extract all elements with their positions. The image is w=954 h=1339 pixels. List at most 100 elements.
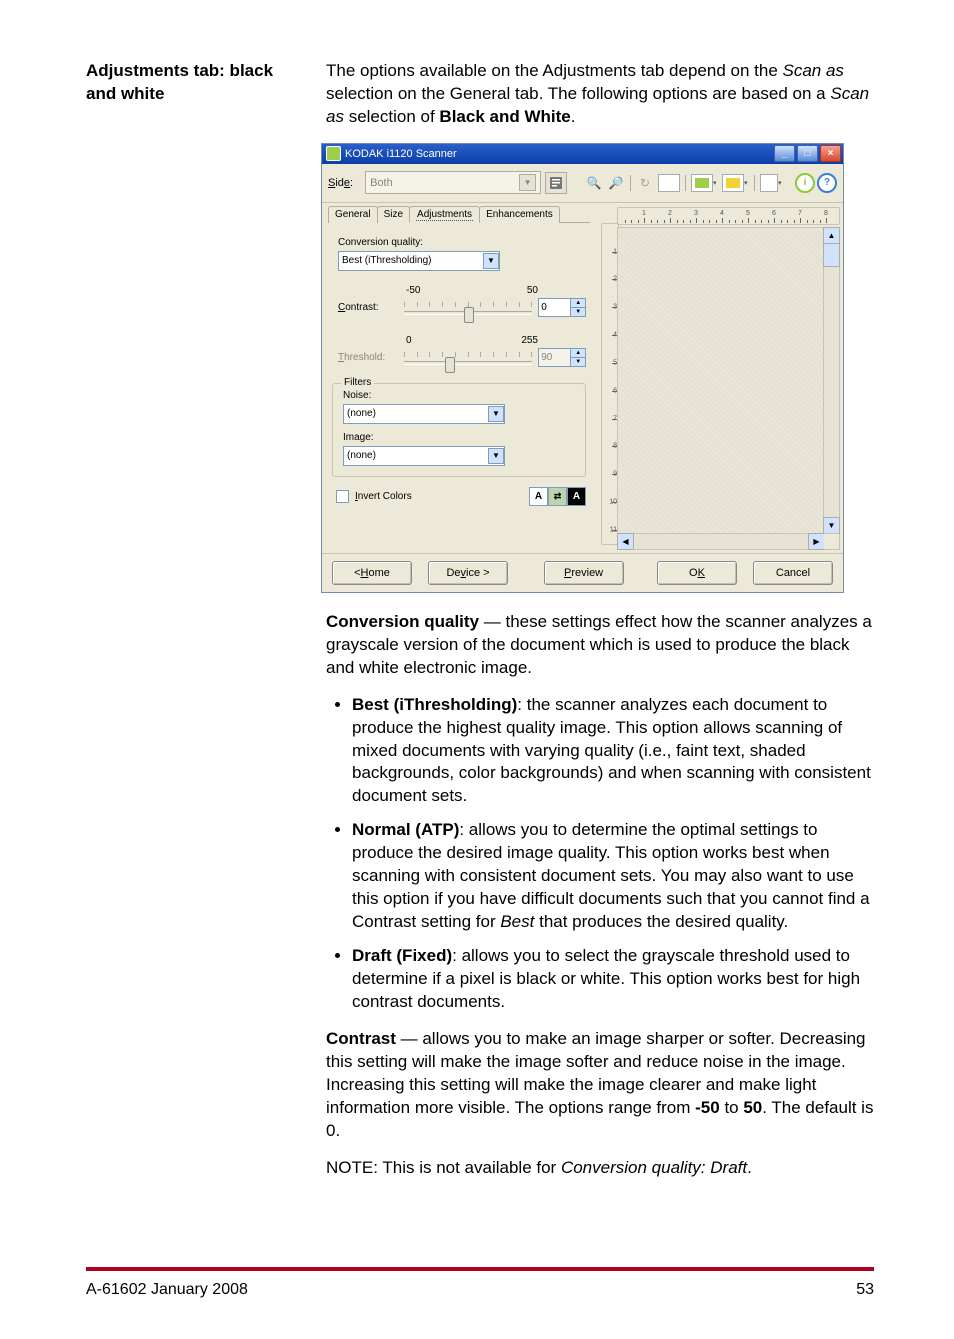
chevron-down-icon: ▼ xyxy=(483,253,499,269)
maximize-button[interactable]: □ xyxy=(797,145,818,162)
tab-enhancements[interactable]: Enhancements xyxy=(479,206,560,223)
footer-page-number: 53 xyxy=(856,1281,874,1299)
conversion-quality-select[interactable]: Best (iThresholding) ▼ xyxy=(338,251,500,271)
tab-adjustments[interactable]: Adjustments xyxy=(409,206,480,223)
chevron-down-icon[interactable]: ▾ xyxy=(778,179,785,187)
screenshot-window: KODAK i1120 Scanner _ □ × Side: Both ▼ xyxy=(321,143,844,593)
select-value: (none) xyxy=(347,450,376,461)
home-button[interactable]: < Home xyxy=(332,561,412,585)
contrast-label: Contrast: xyxy=(338,302,404,313)
image-select[interactable]: (none) ▼ xyxy=(343,446,505,466)
invert-colors-label: Invert Colors xyxy=(355,491,412,502)
ok-button[interactable]: OK xyxy=(657,561,737,585)
filters-legend: Filters xyxy=(341,377,374,388)
text-em: Conversion quality: Draft xyxy=(561,1158,747,1177)
bullet-best: Best (iThresholding): the scanner analyz… xyxy=(352,694,874,809)
footer-left: A-61602 January 2008 xyxy=(86,1281,248,1299)
invert-colors-checkbox[interactable] xyxy=(336,490,349,503)
note-paragraph: NOTE: This is not available for Conversi… xyxy=(326,1157,874,1180)
text: . xyxy=(747,1158,752,1177)
text-em: Best xyxy=(500,912,534,931)
page-tool-icon[interactable] xyxy=(760,174,778,192)
page-green-icon[interactable] xyxy=(691,174,713,192)
contrast-paragraph: Contrast — allows you to make an image s… xyxy=(326,1028,874,1143)
scrollbar-vertical[interactable]: ▲ ▼ xyxy=(823,228,839,533)
page: Adjustments tab: black and white The opt… xyxy=(0,0,954,1339)
scroll-right-icon[interactable]: ▶ xyxy=(808,533,825,550)
bullet-draft: Draft (Fixed): allows you to select the … xyxy=(352,945,874,1014)
noise-label: Noise: xyxy=(343,390,577,401)
two-column-layout: Adjustments tab: black and white The opt… xyxy=(86,60,874,1193)
page-icon[interactable] xyxy=(658,174,680,192)
ruler-horizontal: 12345678 xyxy=(617,207,840,225)
invert-colors-row: Invert Colors A ⇄ A xyxy=(336,487,586,506)
cancel-button[interactable]: Cancel xyxy=(753,561,833,585)
text-bold: 50 xyxy=(743,1098,762,1117)
device-button[interactable]: Device > xyxy=(428,561,508,585)
scroll-down-icon[interactable]: ▼ xyxy=(823,517,840,534)
text: to xyxy=(720,1098,744,1117)
zoom-in-icon[interactable]: 🔍 xyxy=(585,174,603,192)
text-em: Scan as xyxy=(783,61,844,80)
text: The options available on the Adjustments… xyxy=(326,61,783,80)
threshold-spinner[interactable]: 90 xyxy=(538,348,571,367)
app-icon xyxy=(326,146,341,161)
text-bold: Black and White xyxy=(439,107,570,126)
contrast-spinner[interactable]: 0 xyxy=(538,298,571,317)
text-bold: -50 xyxy=(695,1098,720,1117)
client-area: General Size Adjustments Enhancements Co… xyxy=(322,203,843,553)
tab-size[interactable]: Size xyxy=(377,206,410,223)
help-icon[interactable]: ? xyxy=(817,173,837,193)
close-button[interactable]: × xyxy=(820,145,841,162)
minimize-button[interactable]: _ xyxy=(774,145,795,162)
page-yellow-icon[interactable] xyxy=(722,174,744,192)
scroll-thumb[interactable] xyxy=(823,243,840,267)
chevron-down-icon[interactable]: ▾ xyxy=(744,179,751,187)
threshold-label: Threshold: xyxy=(338,352,404,363)
right-column: The options available on the Adjustments… xyxy=(326,60,874,1193)
body-text: Conversion quality — these settings effe… xyxy=(326,611,874,1180)
scroll-corner xyxy=(824,534,839,549)
zoom-out-icon[interactable]: 🔎 xyxy=(607,174,625,192)
preview-canvas[interactable]: ▲ ▼ ◀ ▶ xyxy=(617,227,840,550)
text-bold: Normal (ATP) xyxy=(352,820,459,839)
chevron-down-icon[interactable]: ▾ xyxy=(713,179,720,187)
tab-general[interactable]: General xyxy=(328,206,378,223)
threshold-slider[interactable] xyxy=(404,350,532,364)
invert-a-white-icon: A xyxy=(529,487,548,506)
scroll-left-icon[interactable]: ◀ xyxy=(617,533,634,550)
left-column: Adjustments tab: black and white xyxy=(86,60,298,1193)
tab-content: Conversion quality: Best (iThresholding)… xyxy=(328,223,590,514)
title-bar: KODAK i1120 Scanner _ □ × xyxy=(322,144,843,164)
text: . xyxy=(571,107,576,126)
window-title: KODAK i1120 Scanner xyxy=(345,148,457,160)
conversion-quality-paragraph: Conversion quality — these settings effe… xyxy=(326,611,874,680)
slider-max: 50 xyxy=(527,285,538,296)
text-bold: Draft (Fixed) xyxy=(352,946,452,965)
side-value: Both xyxy=(370,177,393,189)
scroll-up-icon[interactable]: ▲ xyxy=(823,227,840,244)
scrollbar-horizontal[interactable]: ◀ ▶ xyxy=(618,533,839,549)
spinner-buttons[interactable]: ▲▼ xyxy=(571,348,586,367)
settings-icon-button[interactable] xyxy=(545,172,567,194)
filters-fieldset: Filters Noise: (none) ▼ Image: (none) ▼ xyxy=(332,383,586,477)
bullet-list: Best (iThresholding): the scanner analyz… xyxy=(326,694,874,1014)
chevron-down-icon: ▼ xyxy=(488,448,504,464)
slider-min: 0 xyxy=(406,335,412,346)
rotate-icon[interactable]: ↻ xyxy=(636,174,654,192)
toolbar: Side: Both ▼ 🔍 🔎 ↻ ▾ xyxy=(322,164,843,203)
spinner-buttons[interactable]: ▲▼ xyxy=(571,298,586,317)
contrast-slider[interactable] xyxy=(404,300,532,314)
chevron-down-icon: ▼ xyxy=(519,174,536,191)
text: that produces the desired quality. xyxy=(534,912,788,931)
side-label: Side: xyxy=(328,177,353,189)
image-label: Image: xyxy=(343,432,577,443)
noise-select[interactable]: (none) ▼ xyxy=(343,404,505,424)
section-heading: Adjustments tab: black and white xyxy=(86,60,298,106)
text-bold: Best (iThresholding) xyxy=(352,695,517,714)
side-dropdown[interactable]: Both ▼ xyxy=(365,171,541,194)
button-bar: < Home Device > Preview OK Cancel xyxy=(322,553,843,592)
info-icon[interactable]: i xyxy=(795,173,815,193)
preview-button[interactable]: Preview xyxy=(544,561,624,585)
text-bold: Contrast xyxy=(326,1029,396,1048)
